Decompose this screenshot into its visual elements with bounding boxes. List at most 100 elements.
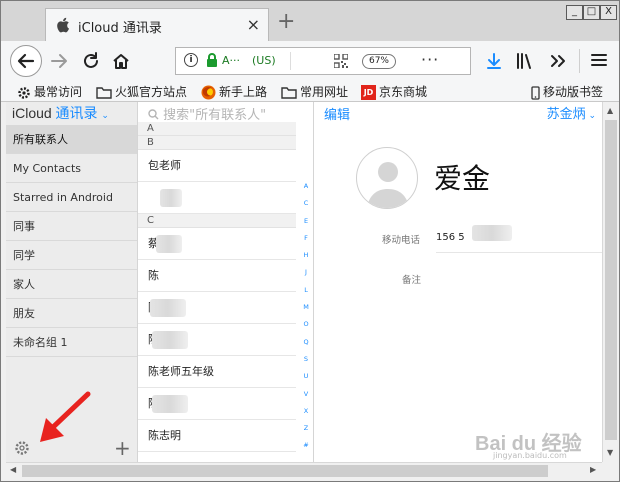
index-letter[interactable]: X xyxy=(298,403,313,420)
search-input[interactable]: 搜索"所有联系人" xyxy=(148,104,266,123)
info-icon[interactable]: i xyxy=(184,53,198,67)
horizontal-scroll-thumb[interactable] xyxy=(22,465,548,477)
index-letter[interactable]: O xyxy=(298,316,313,333)
search-icon xyxy=(148,109,159,120)
url-bar[interactable]: i A··· (US) 67% ··· xyxy=(175,47,471,75)
bookmark-firefox-official[interactable]: 火狐官方站点 xyxy=(96,83,187,100)
account-menu[interactable]: 苏金炳 ⌄ xyxy=(547,103,596,122)
contact-row[interactable] xyxy=(138,182,296,214)
index-letter[interactable]: L xyxy=(298,282,313,299)
index-letter[interactable]: U xyxy=(298,368,313,385)
url-host: A··· xyxy=(222,54,241,67)
bookmark-mobile[interactable]: 移动版书签 xyxy=(531,83,603,100)
contacts-list: 搜索"所有联系人" A B 包老师 C 蔡 陈 陈 陈 陈老师五年级 陈 陈志明… xyxy=(138,102,314,462)
restore-button[interactable]: □ xyxy=(583,5,600,20)
qr-code-icon[interactable] xyxy=(334,54,348,68)
home-icon[interactable] xyxy=(111,51,131,71)
person-silhouette-icon xyxy=(367,162,409,208)
group-all-contacts[interactable]: 所有联系人 xyxy=(6,125,137,154)
reload-icon[interactable] xyxy=(81,51,101,71)
edit-button[interactable]: 编辑 xyxy=(324,104,350,123)
vertical-scroll-thumb[interactable] xyxy=(605,120,617,440)
redacted-phone xyxy=(472,225,512,241)
back-button[interactable] xyxy=(10,45,42,77)
group-colleagues[interactable]: 同事 xyxy=(6,212,137,241)
redacted-name xyxy=(150,299,186,317)
field-value-mobile[interactable]: 156 5 xyxy=(436,232,465,243)
contact-row[interactable]: 陈 xyxy=(138,260,296,292)
bookmark-most-visited[interactable]: 最常访问 xyxy=(17,83,82,100)
redacted-name xyxy=(156,235,182,253)
index-letter[interactable]: A xyxy=(298,178,313,195)
group-family[interactable]: 家人 xyxy=(6,270,137,299)
index-letter[interactable]: H xyxy=(298,247,313,264)
add-group-button[interactable]: + xyxy=(114,436,131,460)
index-letter[interactable]: M xyxy=(298,299,313,316)
annotation-arrow-icon xyxy=(40,391,91,442)
index-letter[interactable]: F xyxy=(298,230,313,247)
section-header-b: B xyxy=(138,136,296,150)
contact-row[interactable]: 陈 xyxy=(138,324,296,356)
index-letter[interactable]: S xyxy=(298,351,313,368)
index-letter[interactable]: Z xyxy=(298,420,313,437)
scroll-up-icon[interactable]: ▲ xyxy=(607,106,613,115)
scroll-down-icon[interactable]: ▼ xyxy=(607,448,613,457)
chevron-down-icon: ⌄ xyxy=(585,111,596,121)
group-friends[interactable]: 朋友 xyxy=(6,299,137,328)
close-tab-icon[interactable]: × xyxy=(247,15,260,34)
new-tab-button[interactable]: + xyxy=(277,9,295,34)
tab-icloud-contacts[interactable]: iCloud 通讯录 × xyxy=(45,8,269,41)
page-actions-menu-icon[interactable]: ··· xyxy=(421,50,439,69)
bookmarks-toolbar: 最常访问 火狐官方站点 新手上路 常用网址 JD 京东商城 移动版书签 xyxy=(1,81,619,102)
jd-icon: JD xyxy=(361,85,376,100)
bookmark-jd-mall[interactable]: JD 京东商城 xyxy=(361,83,427,100)
app-brand[interactable]: iCloud 通讯录 ⌄ xyxy=(12,103,109,125)
contact-row[interactable]: 陈老师五年级 xyxy=(138,356,296,388)
index-letter[interactable]: Q xyxy=(298,334,313,351)
index-letter[interactable]: J xyxy=(298,264,313,281)
index-letter[interactable]: C xyxy=(298,195,313,212)
index-letter[interactable]: # xyxy=(298,437,313,454)
baidu-jingyan-watermark: Bai du 经验 jingyan.baidu.com xyxy=(471,427,601,467)
avatar xyxy=(356,147,418,209)
contact-row[interactable]: 陈 xyxy=(138,388,296,420)
zoom-level[interactable]: 67% xyxy=(362,54,396,69)
gear-icon xyxy=(18,86,30,99)
folder-icon xyxy=(281,87,297,99)
scrollbar-corner xyxy=(602,462,619,479)
forward-icon[interactable] xyxy=(49,51,69,71)
vertical-scrollbar[interactable]: ▲ ▼ xyxy=(602,102,619,462)
contact-row[interactable]: 包老师 xyxy=(138,150,296,182)
contact-name: 爱金 xyxy=(434,162,491,195)
overflow-chevrons-icon[interactable] xyxy=(549,52,567,70)
close-window-button[interactable]: X xyxy=(600,5,617,20)
group-unnamed-1[interactable]: 未命名组 1 xyxy=(6,328,137,357)
search-placeholder: 搜索"所有联系人" xyxy=(163,108,267,123)
download-icon[interactable] xyxy=(485,52,503,70)
navigation-toolbar: i A··· (US) 67% ··· xyxy=(1,41,619,81)
contact-row[interactable]: 蔡 xyxy=(138,228,296,260)
url-region: (US) xyxy=(252,54,276,67)
scroll-left-icon[interactable]: ◀ xyxy=(10,465,16,474)
minimize-button[interactable]: _ xyxy=(566,5,583,20)
bookmark-common-sites[interactable]: 常用网址 xyxy=(281,83,348,100)
url-divider xyxy=(290,52,291,70)
alphabet-index[interactable]: A C E F H J L M O Q S U V X Z # xyxy=(298,178,313,455)
field-divider xyxy=(436,252,602,253)
index-letter[interactable]: V xyxy=(298,386,313,403)
bookmark-getting-started[interactable]: 新手上路 xyxy=(201,83,267,100)
contact-row[interactable]: 陈志明 xyxy=(138,420,296,452)
library-icon[interactable] xyxy=(516,52,534,70)
icloud-contacts-app: iCloud 通讯录 ⌄ 所有联系人 My Contacts Starred i… xyxy=(6,102,602,462)
watermark-url: jingyan.baidu.com xyxy=(493,451,567,460)
index-letter[interactable]: E xyxy=(298,213,313,230)
group-my-contacts[interactable]: My Contacts xyxy=(6,154,137,183)
browser-window: iCloud 通讯录 × + _ □ X i A··· (US) 67% ···… xyxy=(0,0,620,482)
contact-row[interactable]: 陈 xyxy=(138,292,296,324)
group-starred-android[interactable]: Starred in Android xyxy=(6,183,137,212)
hamburger-menu-icon[interactable] xyxy=(591,52,607,68)
settings-gear-icon[interactable] xyxy=(14,440,30,456)
groups-sidebar: iCloud 通讯录 ⌄ 所有联系人 My Contacts Starred i… xyxy=(6,102,138,462)
group-classmates[interactable]: 同学 xyxy=(6,241,137,270)
field-label-mobile: 移动电话 xyxy=(382,235,421,246)
